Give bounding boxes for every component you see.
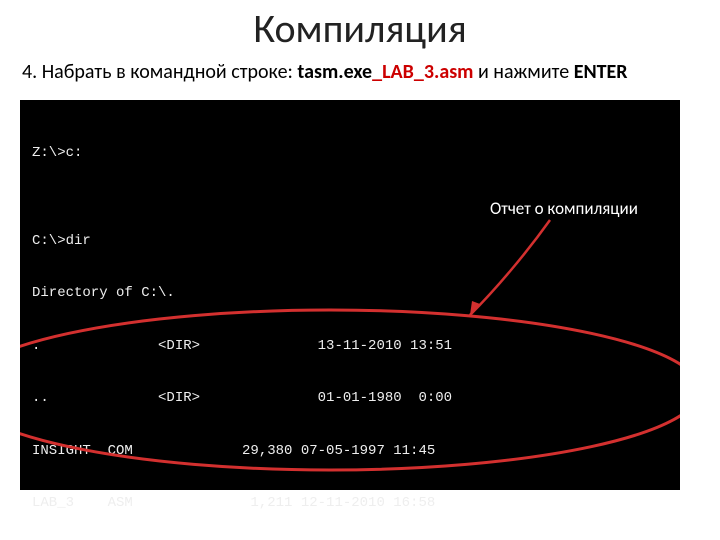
console-line: INSIGHT COM 29,380 07-05-1997 11:45 xyxy=(32,443,668,461)
instruction-text: 4. Набрать в командной строке: tasm.exe_… xyxy=(22,60,698,84)
console-line: . <DIR> 13-11-2010 13:51 xyxy=(32,338,668,356)
console-window: Z:\>c: C:\>dir Directory of C:\. . <DIR>… xyxy=(20,100,680,490)
instruction-prefix: 4. Набрать в командной строке: xyxy=(22,60,297,84)
console-line: C:\>dir xyxy=(32,233,668,251)
instruction-suffix: и нажмите xyxy=(473,60,573,84)
console-line: .. <DIR> 01-01-1980 0:00 xyxy=(32,390,668,408)
console-line: LAB_3 ASM 1,211 12-11-2010 16:58 xyxy=(32,495,668,513)
annotation-label: Отчет о компиляции xyxy=(490,198,638,219)
slide: Компиляция 4. Набрать в командной строке… xyxy=(0,0,720,540)
console-line: Z:\>c: xyxy=(32,145,668,163)
instruction-enter: ENTER xyxy=(574,60,628,84)
page-title: Компиляция xyxy=(0,4,720,53)
instruction-asm: _LAB_3.asm xyxy=(372,60,473,84)
console-line: Directory of C:\. xyxy=(32,285,668,303)
instruction-cmd: tasm.exe xyxy=(297,60,372,84)
